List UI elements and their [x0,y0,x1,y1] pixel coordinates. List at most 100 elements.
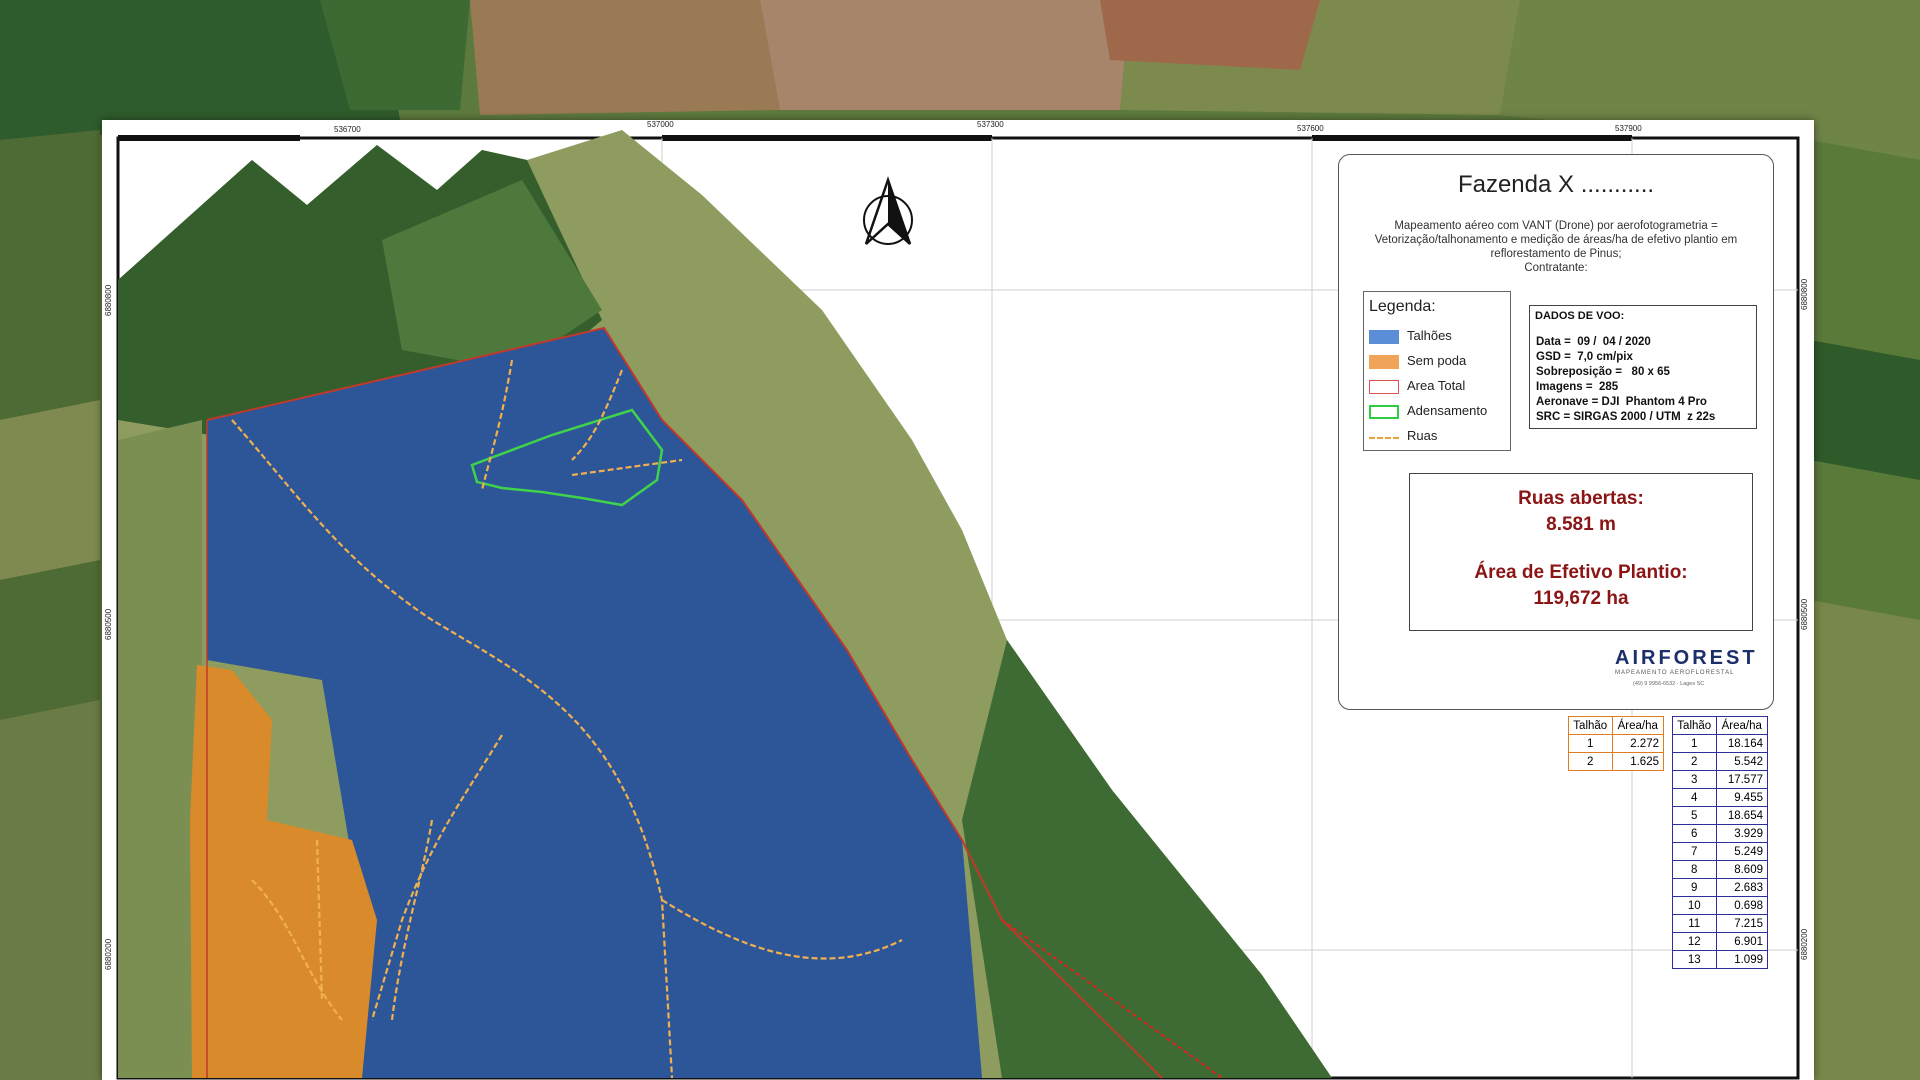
area-label: Área de Efetivo Plantio: [1474,562,1688,583]
map-sheet: 536700 537000 537300 537600 537900 68808… [102,120,1814,1080]
legend-label: Talhões [1407,328,1452,343]
cell-area: 3.929 [1715,824,1768,843]
cell-area: 17.577 [1715,770,1768,789]
cell-talhao: 9 [1672,878,1717,897]
legend-swatch-sem-poda [1369,355,1399,369]
logo-wordmark: AIRFOREST [1615,647,1758,669]
legend-label: Ruas [1407,428,1438,443]
flight-date: Data = 09 / 04 / 2020 [1536,336,1651,348]
table-row: 11 7.215 [1672,914,1768,933]
flight-overlap: Sobreposição = 80 x 65 [1536,366,1670,378]
table-row: 2 1.625 [1568,752,1664,771]
flight-aircraft: Aeronave = DJI Phantom 4 Pro [1536,396,1707,408]
description-text: Mapeamento aéreo com VANT (Drone) por ae… [1374,220,1738,260]
legend-title: Legenda: [1369,298,1436,315]
tick-top-1: 536700 [334,125,361,134]
cell-area: 8.609 [1715,860,1768,879]
plots-area-table: Talhão Área/ha 1 18.164 2 5.542 3 17.577 49… [1672,716,1768,969]
cell-talhao: 7 [1672,842,1717,861]
cell-area: 0.698 [1715,896,1768,915]
cell-talhao: 6 [1672,824,1717,843]
area-value: 119,672 ha [1533,588,1629,609]
cell-talhao: 1 [1672,734,1717,753]
tick-left-1: 6880800 [104,284,113,316]
flight-gsd: GSD = 7,0 cm/pix [1536,351,1633,363]
legend-swatch-adensamento [1369,405,1399,419]
unpruned-area-table: Talhão Área/ha 1 2.272 2 1.625 [1568,716,1664,771]
tick-top-5: 537900 [1615,124,1642,133]
contractor-label: Contratante: [1524,262,1588,274]
tick-top-4: 537600 [1297,124,1324,133]
tick-right-2: 6880500 [1800,598,1809,630]
cell-talhao: 12 [1672,932,1717,951]
cell-area: 18.654 [1715,806,1768,825]
cell-area: 9.455 [1715,788,1768,807]
cell-talhao: 2 [1672,752,1717,771]
cell-talhao: 11 [1672,914,1717,933]
logo-contact: (49) 9 9956-6532 · Lages SC [1633,681,1705,687]
table-row: 10 0.698 [1672,896,1768,915]
flight-images: Imagens = 285 [1536,381,1619,393]
table-row: 4 9.455 [1672,788,1768,807]
cell-talhao: 10 [1672,896,1717,915]
legend-label: Area Total [1407,378,1466,393]
cell-area: 1.625 [1611,752,1664,771]
cell-talhao: 2 [1568,752,1613,771]
legend-swatch-area-total [1369,380,1399,394]
cell-area: 7.215 [1715,914,1768,933]
title-block: Fazenda X ........... Mapeamento aéreo c… [1338,154,1774,710]
table-row: 6 3.929 [1672,824,1768,843]
table-row: 1 2.272 [1568,734,1664,753]
cell-area: 5.542 [1715,752,1768,771]
cell-talhao: 1 [1568,734,1613,753]
map-description: Mapeamento aéreo com VANT (Drone) por ae… [1361,219,1751,275]
cell-area: 18.164 [1715,734,1768,753]
tick-left-3: 6880200 [104,938,113,970]
table-header-row: Talhão Área/ha [1672,716,1768,735]
table-header-row: Talhão Área/ha [1568,716,1664,735]
cell-area: 2.683 [1715,878,1768,897]
tick-left-2: 6880500 [104,608,113,640]
legend-label: Adensamento [1407,403,1488,418]
cell-talhao: 4 [1672,788,1717,807]
roads-label: Ruas abertas: [1518,488,1644,509]
cell-talhao: 5 [1672,806,1717,825]
legend: Legenda: Talhões Sem poda Area Total Ade… [1363,291,1511,451]
legend-label: Sem poda [1407,353,1467,368]
tick-top-2: 537000 [647,120,674,129]
cell-talhao: 3 [1672,770,1717,789]
north-arrow-icon [863,176,913,245]
col-header-area: Área/ha [1715,716,1768,735]
tick-top-3: 537300 [977,120,1004,129]
flight-data-box: DADOS DE VOO: Data = 09 / 04 / 2020 GSD … [1529,305,1757,429]
company-logo: AIRFOREST MAPEAMENTO AEROFLORESTAL (49) … [1615,647,1755,693]
table-row: 9 2.683 [1672,878,1768,897]
table-row: 3 17.577 [1672,770,1768,789]
cell-talhao: 8 [1672,860,1717,879]
table-row: 2 5.542 [1672,752,1768,771]
table-row: 1 18.164 [1672,734,1768,753]
roads-value: 8.581 m [1546,514,1616,535]
table-row: 7 5.249 [1672,842,1768,861]
summary-box: Ruas abertas: 8.581 m Área de Efetivo Pl… [1409,473,1753,631]
cell-area: 1.099 [1715,950,1768,969]
table-row: 8 8.609 [1672,860,1768,879]
col-header-talhao: Talhão [1672,716,1717,735]
table-row: 13 1.099 [1672,950,1768,969]
cell-talhao: 13 [1672,950,1717,969]
table-row: 5 18.654 [1672,806,1768,825]
legend-swatch-talhoes [1369,330,1399,344]
flight-crs: SRC = SIRGAS 2000 / UTM z 22s [1536,411,1716,423]
flight-data-title: DADOS DE VOO: [1535,310,1625,322]
tick-right-1: 6880800 [1800,278,1809,310]
col-header-area: Área/ha [1611,716,1664,735]
table-row: 12 6.901 [1672,932,1768,951]
cell-area: 2.272 [1611,734,1664,753]
cell-area: 5.249 [1715,842,1768,861]
tick-right-3: 6880200 [1800,928,1809,960]
cell-area: 6.901 [1715,932,1768,951]
map-title: Fazenda X ........... [1457,171,1655,198]
legend-swatch-ruas [1369,437,1399,439]
logo-tagline: MAPEAMENTO AEROFLORESTAL [1615,670,1735,676]
col-header-talhao: Talhão [1568,716,1613,735]
